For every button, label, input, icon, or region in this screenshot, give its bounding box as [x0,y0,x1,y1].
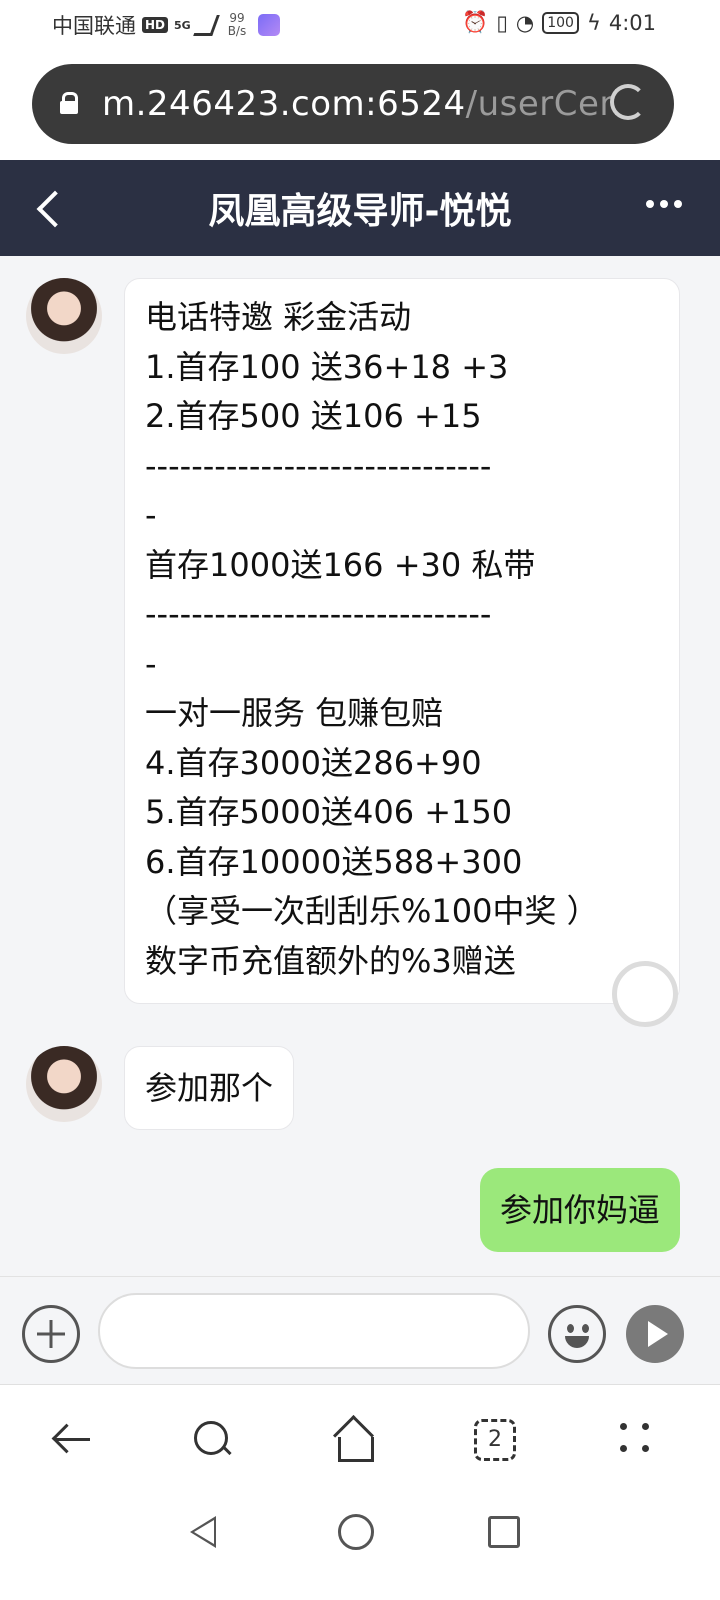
avatar[interactable] [26,1046,102,1122]
app-notification-icon [258,14,281,36]
home-icon[interactable] [330,1415,380,1465]
message-line: 电话特邀 彩金活动 [145,298,412,336]
message-line: ------------------------------ [145,595,492,633]
search-icon[interactable] [188,1415,238,1465]
message-line: 2.首存500 送106 +15 [145,397,482,435]
send-icon[interactable] [626,1305,684,1363]
tabs-icon[interactable]: 2 [474,1419,516,1461]
message-bubble: 参加那个 [124,1046,295,1130]
message-line: 数字币充值额外的%3赠送 [145,941,516,980]
reload-icon[interactable] [610,84,646,120]
lock-icon [60,92,78,114]
chat-area[interactable]: 电话特邀 彩金活动 1.首存100 送36+18 +3 2.首存500 送106… [0,256,720,1276]
message-line: 6.首存10000送588+300 [145,842,523,881]
message-line: - [145,644,157,683]
more-icon[interactable] [646,200,682,208]
vibrate-icon: ▯ [496,10,508,35]
status-left: 中国联通 HD 5G 99 B/s [52,10,281,40]
hd-badge: HD [142,17,169,33]
message-line: 4.首存3000送286+90 [145,743,482,782]
message-bubble-promo: 电话特邀 彩金活动 1.首存100 送36+18 +3 2.首存500 送106… [124,278,680,1004]
data-saver-icon: ◔ [515,10,535,35]
message-line: 首存1000送166 +30 私带 [145,545,536,584]
speed-value: 99 [229,11,245,25]
message-line: ------------------------------ [145,446,492,485]
system-back-icon[interactable] [190,1516,216,1548]
my-message-bubble: 参加你妈逼 [479,1168,680,1252]
collapse-icon[interactable] [612,961,678,1027]
system-recents-icon[interactable] [488,1516,520,1548]
message-line: - [145,496,157,534]
message-input[interactable] [98,1293,530,1369]
speed-unit: B/s [227,24,247,38]
battery-indicator: 100 [542,11,579,34]
url-host: m.246423.com:6524 [102,84,466,124]
charging-icon: ϟ [586,10,601,35]
url-path: /userCen [465,84,612,124]
emoji-icon[interactable] [548,1305,606,1363]
message-line: 一对一服务 包赚包赔 [145,694,444,732]
address-bar[interactable]: m.246423.com:6524/userCen [32,64,674,144]
signal-icon [192,14,220,36]
avatar[interactable] [26,278,102,354]
system-navigation [0,1492,720,1600]
system-home-icon[interactable] [338,1514,374,1550]
network-speed: 99 B/s [228,12,247,38]
chat-title: 凤凰高级导师-悦悦 [208,191,512,232]
browser-toolbar: 2 [0,1384,720,1493]
message-line: （享受一次刮刮乐%100中奖 ） [145,892,599,930]
status-bar: 中国联通 HD 5G 99 B/s ⏰ ▯ ◔ 100 ϟ 4:01 [0,0,720,50]
browser-url-area: m.246423.com:6524/userCen [0,50,720,160]
message-line: 5.首存5000送406 +150 [145,793,513,831]
network-type: 5G [174,18,191,32]
plus-icon[interactable] [22,1305,80,1363]
chat-header: 凤凰高级导师-悦悦 [0,160,720,256]
carrier-label: 中国联通 [52,14,136,38]
message-line: 1.首存100 送36+18 +3 [145,347,509,386]
status-right: ⏰ ▯ ◔ 100 ϟ 4:01 [462,10,656,35]
clock: 4:01 [608,10,656,35]
message-composer [0,1276,720,1385]
arrow-back-icon[interactable] [48,1415,98,1465]
url-text[interactable]: m.246423.com:6524/userCen [102,84,612,124]
alarm-icon: ⏰ [462,10,489,34]
menu-dots-icon[interactable] [612,1415,662,1465]
